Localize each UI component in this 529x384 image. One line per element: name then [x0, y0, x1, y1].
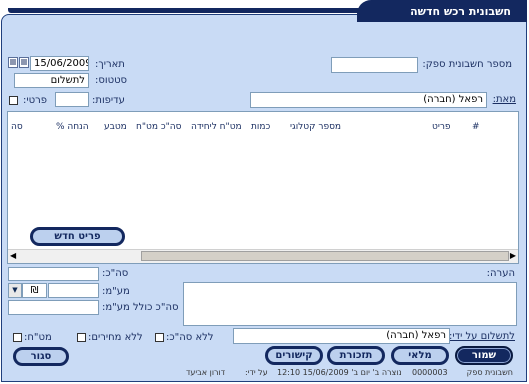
inventory-button[interactable]: מלאי [391, 346, 449, 365]
date-label: תאריך: [95, 59, 125, 70]
no-prices-checkbox[interactable] [77, 333, 86, 342]
grid-horizontal-scrollbar[interactable]: ◀ ▶ [8, 249, 518, 263]
private-checkbox[interactable] [9, 96, 18, 105]
total-with-vat-field[interactable] [8, 300, 99, 315]
grid-col-total-fx: סה"כ מט"ח [136, 122, 182, 132]
calculator-icon[interactable] [19, 57, 29, 68]
currency-dropdown-arrow-icon[interactable]: ▼ [8, 283, 22, 298]
grid-col-catalog: מספר קטלוגי [290, 122, 342, 132]
fx-label: מט"ח: [24, 332, 52, 343]
scroll-left-icon[interactable]: ◀ [10, 251, 16, 260]
pay-by-field[interactable]: רפאל (חברה) [233, 328, 450, 344]
invoice-number-label: מספר חשבונית ספק: [422, 59, 512, 70]
total-field[interactable] [8, 267, 99, 281]
pay-by-label: לתשלום על ידי: [449, 331, 515, 342]
priority-field[interactable] [55, 92, 89, 107]
status-field[interactable]: לתשלום [14, 73, 89, 88]
invoice-number-field[interactable] [331, 57, 418, 73]
grid-col-item: פריט [432, 122, 451, 132]
status-doc-type: חשבונית ספק [466, 368, 513, 377]
window-title: חשבונית רכש חדשה [357, 0, 527, 22]
grid-col-number: # [472, 122, 480, 132]
scroll-thumb[interactable] [141, 251, 509, 261]
status-label: סטטוס: [95, 75, 128, 86]
grid-col-total: סה [11, 122, 23, 132]
save-button[interactable]: שמור [455, 346, 513, 365]
priority-label: עדיפות: [92, 95, 125, 106]
title-strip [8, 8, 363, 13]
close-button[interactable]: סגור [13, 347, 69, 366]
from-label: מאת: [492, 94, 516, 105]
grid-col-discount: % הנחה [56, 122, 89, 132]
note-field[interactable] [183, 282, 517, 326]
grid-col-currency: מטבע [104, 122, 127, 132]
new-item-button[interactable]: פריט חדש [30, 227, 125, 246]
date-field[interactable]: 15/06/2009 [30, 56, 89, 71]
status-by-user: דורון אביעד [186, 368, 226, 377]
vat-field[interactable] [48, 283, 99, 298]
note-label: הערה: [486, 268, 515, 279]
total-label: סה"כ: [102, 268, 129, 279]
scroll-right-icon[interactable]: ▶ [510, 251, 516, 260]
calendar-icon[interactable] [8, 57, 18, 68]
links-button[interactable]: קישורים [265, 346, 323, 365]
grid-col-quantity: כמות [251, 122, 271, 132]
no-prices-label: ללא מחירים: [88, 332, 143, 343]
grid-col-unit-fx: מט"ח ליחידה [191, 122, 242, 132]
private-label: פרטי: [23, 95, 47, 106]
vat-label: מע"מ: [102, 286, 130, 297]
no-total-checkbox[interactable] [155, 333, 164, 342]
no-total-label: ללא סה"כ: [166, 332, 214, 343]
vat-currency-select[interactable]: ₪ [22, 283, 47, 298]
fx-checkbox[interactable] [13, 333, 22, 342]
from-field[interactable]: רפאל (חברה) [250, 92, 487, 108]
reminders-button[interactable]: תזכורת [327, 346, 385, 365]
total-with-vat-label: סה"כ כולל מע"מ: [102, 302, 179, 313]
status-by-label: על ידי: [245, 368, 268, 377]
status-record-number: 0000003 [412, 368, 448, 377]
status-created-text: נוצרה ב' יום ב' 15/06/2009 12:10 [277, 368, 402, 377]
